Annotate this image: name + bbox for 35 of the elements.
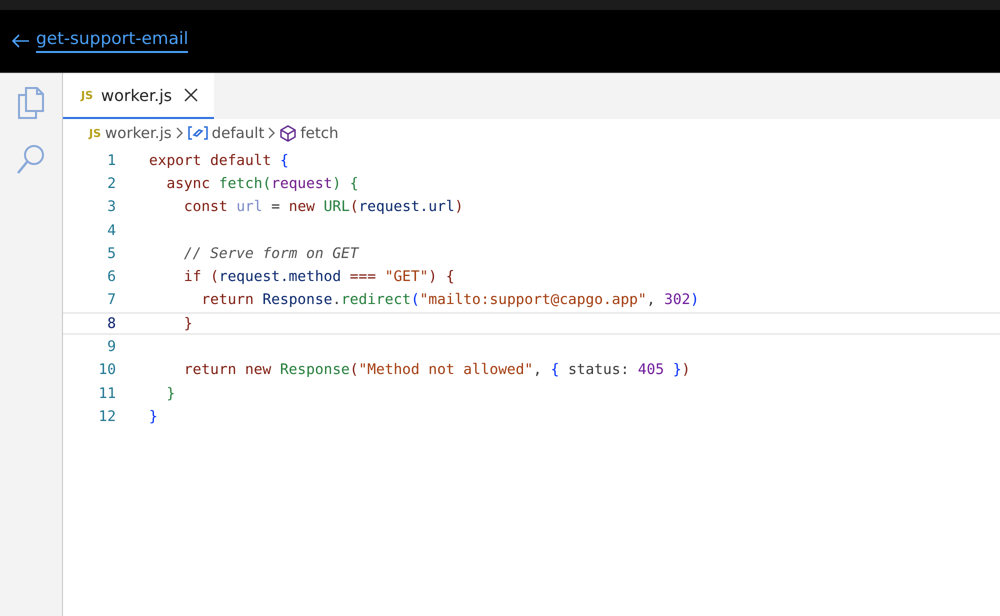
breadcrumb-item[interactable]: worker.js (105, 124, 172, 142)
line-number: 7 (106, 292, 116, 308)
line-number: 2 (106, 176, 116, 192)
line-number: 10 (98, 362, 116, 378)
line-number: 12 (98, 408, 116, 425)
code-line: } (182, 316, 193, 332)
code-line: } (165, 386, 176, 402)
code-line: return Response.redirect("mailto:support@capgo.app", 302) (200, 292, 700, 308)
back-link[interactable]: get-support-email (12, 29, 188, 53)
code-line: } (149, 408, 158, 425)
code-line: // Serve form on GET (182, 246, 359, 262)
line-number: 3 (106, 199, 116, 216)
chevron-right-icon (268, 127, 276, 139)
line-number: 11 (98, 386, 116, 402)
line-number: 1 (106, 152, 116, 169)
code-line: const url = new URL(request.url) (182, 199, 464, 216)
braces-icon (188, 126, 208, 140)
left-arrow-icon (12, 34, 30, 48)
line-number: 9 (106, 339, 116, 356)
editor-tab[interactable]: JS worker.js (63, 73, 214, 119)
breadcrumb-item[interactable]: default (212, 124, 264, 142)
code-line: async fetch(request) { (165, 176, 359, 192)
file-type-label: JS (89, 126, 102, 140)
line-number: 4 (106, 222, 116, 239)
code-line: return new Response("Method not allowed", { status: 405 }) (182, 362, 690, 378)
line-number: 6 (106, 269, 116, 286)
cube-icon (280, 124, 296, 142)
line-number: 5 (106, 246, 116, 262)
search-icon[interactable] (16, 143, 46, 175)
line-number: 8 (106, 316, 116, 332)
code-line: if (request.method === "GET") { (182, 269, 455, 286)
breadcrumb-item[interactable]: fetch (300, 124, 338, 142)
code-line: export default { (149, 152, 289, 169)
files-icon[interactable] (17, 87, 45, 119)
chevron-right-icon (176, 127, 184, 139)
